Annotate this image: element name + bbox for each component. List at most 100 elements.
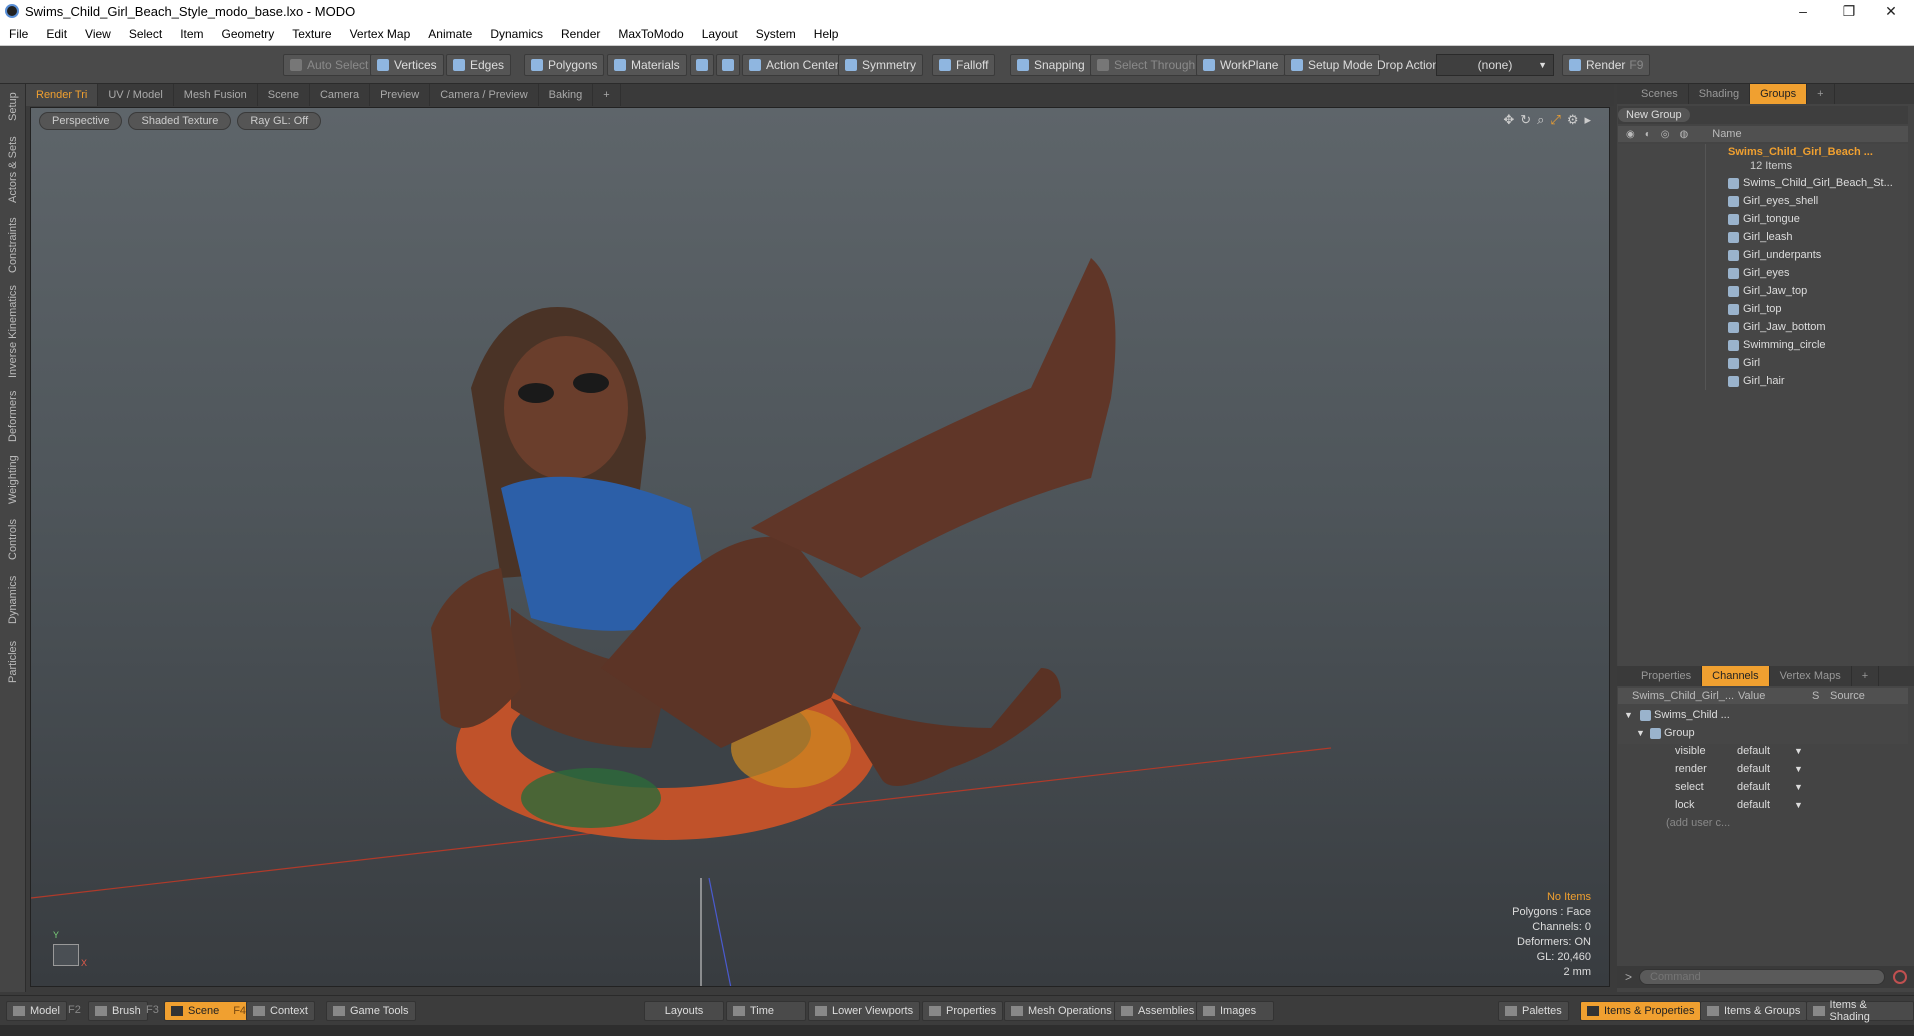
setup-mode-button[interactable]: Setup Mode bbox=[1284, 54, 1380, 76]
restore-button[interactable]: ❐ bbox=[1826, 0, 1872, 22]
tab-scene[interactable]: Scene bbox=[258, 84, 310, 106]
vtab-constraints[interactable]: Constraints bbox=[4, 214, 22, 276]
list-item[interactable]: Girl_hair bbox=[1618, 372, 1908, 390]
model-layout-button[interactable]: Model bbox=[6, 1001, 67, 1021]
tab-preview[interactable]: Preview bbox=[370, 84, 431, 106]
add-tab-button[interactable]: + bbox=[1807, 84, 1835, 104]
list-item[interactable]: Girl bbox=[1618, 354, 1908, 372]
vtab-weighting[interactable]: Weighting bbox=[4, 452, 22, 508]
channel-row[interactable]: render default ▼ bbox=[1618, 760, 1908, 778]
vertices-button[interactable]: Vertices bbox=[370, 54, 444, 76]
list-item[interactable]: Girl_eyes_shell bbox=[1618, 192, 1908, 210]
menu-edit[interactable]: Edit bbox=[37, 27, 76, 41]
channel-value-select[interactable]: default bbox=[1737, 745, 1770, 757]
menu-render[interactable]: Render bbox=[552, 27, 609, 41]
vtab-deformers[interactable]: Deformers bbox=[4, 388, 22, 444]
polygons-button[interactable]: Polygons bbox=[524, 54, 605, 76]
channel-value-select[interactable]: default bbox=[1737, 763, 1770, 775]
tab-baking[interactable]: Baking bbox=[539, 84, 594, 106]
images-button[interactable]: Images bbox=[1196, 1001, 1274, 1021]
list-item[interactable]: Girl_eyes bbox=[1618, 264, 1908, 282]
context-layout-button[interactable]: Context bbox=[246, 1001, 315, 1021]
menu-texture[interactable]: Texture bbox=[283, 27, 340, 41]
tab-scenes[interactable]: Scenes bbox=[1631, 84, 1689, 104]
raygl-button[interactable]: Ray GL: Off bbox=[237, 112, 322, 130]
list-item[interactable]: Girl_top bbox=[1618, 300, 1908, 318]
tab-mesh-fusion[interactable]: Mesh Fusion bbox=[174, 84, 258, 106]
close-button[interactable]: ✕ bbox=[1868, 0, 1914, 22]
add-tab-button[interactable]: + bbox=[593, 84, 621, 106]
chevron-down-icon[interactable]: ▼ bbox=[1794, 782, 1803, 792]
tab-uv-model[interactable]: UV / Model bbox=[98, 84, 174, 106]
channel-group-row[interactable]: ▼ Group bbox=[1618, 724, 1908, 742]
snapping-button[interactable]: Snapping bbox=[1010, 54, 1092, 76]
new-group-button[interactable]: New Group bbox=[1618, 108, 1690, 122]
vtab-controls[interactable]: Controls bbox=[4, 516, 22, 564]
3d-viewport[interactable]: Perspective Shaded Texture Ray GL: Off ✥… bbox=[30, 107, 1610, 987]
tab-properties[interactable]: Properties bbox=[1631, 666, 1703, 686]
items-properties-button[interactable]: Items & Properties bbox=[1580, 1001, 1702, 1021]
edges-button[interactable]: Edges bbox=[446, 54, 512, 76]
tab-vertex-maps[interactable]: Vertex Maps bbox=[1770, 666, 1852, 686]
chevron-down-icon[interactable]: ▼ bbox=[1794, 800, 1803, 810]
list-item[interactable]: Girl_tongue bbox=[1618, 210, 1908, 228]
items-groups-button[interactable]: Items & Groups bbox=[1700, 1001, 1808, 1021]
symmetry-button[interactable]: Symmetry bbox=[838, 54, 923, 76]
channel-row[interactable]: visible default ▼ bbox=[1618, 742, 1908, 760]
menu-dynamics[interactable]: Dynamics bbox=[481, 27, 552, 41]
palettes-button[interactable]: Palettes bbox=[1498, 1001, 1569, 1021]
lower-viewports-button[interactable]: Lower Viewports bbox=[808, 1001, 921, 1021]
falloff-button[interactable]: Falloff bbox=[932, 54, 996, 76]
record-icon[interactable] bbox=[1893, 970, 1907, 984]
tab-groups[interactable]: Groups bbox=[1750, 84, 1808, 104]
zoom-icon[interactable]: ⌕ bbox=[1537, 112, 1544, 128]
list-item[interactable]: Girl_Jaw_top bbox=[1618, 282, 1908, 300]
view-mode-button[interactable]: Perspective bbox=[39, 112, 123, 130]
tab-camera[interactable]: Camera bbox=[310, 84, 371, 106]
menu-vertex-map[interactable]: Vertex Map bbox=[341, 27, 420, 41]
menu-animate[interactable]: Animate bbox=[419, 27, 481, 41]
add-user-channel-row[interactable]: (add user c... bbox=[1618, 814, 1908, 832]
items-shading-button[interactable]: Items & Shading bbox=[1806, 999, 1914, 1023]
vtab-setup[interactable]: Setup bbox=[4, 88, 22, 126]
list-item[interactable]: Girl_leash bbox=[1618, 228, 1908, 246]
group-row[interactable]: Swims_Child_Girl_Beach ... 12 Items bbox=[1618, 144, 1908, 174]
element-select-button[interactable] bbox=[690, 54, 714, 76]
action-center-button[interactable]: Action Center bbox=[742, 54, 846, 76]
list-item[interactable]: Girl_Jaw_bottom bbox=[1618, 318, 1908, 336]
workplane-button[interactable]: WorkPlane bbox=[1196, 54, 1286, 76]
select-through-button[interactable]: Select Through bbox=[1090, 54, 1203, 76]
menu-item[interactable]: Item bbox=[171, 27, 212, 41]
chevron-down-icon[interactable]: ▼ bbox=[1794, 746, 1803, 756]
menu-system[interactable]: System bbox=[747, 27, 805, 41]
properties-button[interactable]: Properties bbox=[922, 1001, 1004, 1021]
add-tab-button[interactable]: + bbox=[1852, 666, 1880, 686]
command-input[interactable] bbox=[1639, 969, 1885, 985]
auto-select-button[interactable]: Auto Select bbox=[283, 54, 376, 76]
tab-render-tri[interactable]: Render Tri bbox=[26, 84, 99, 106]
menu-file[interactable]: File bbox=[0, 27, 37, 41]
tab-shading[interactable]: Shading bbox=[1689, 84, 1751, 104]
element-mode-button[interactable] bbox=[716, 54, 740, 76]
list-item[interactable]: Girl_underpants bbox=[1618, 246, 1908, 264]
tab-camera-preview[interactable]: Camera / Preview bbox=[430, 84, 539, 106]
vtab-particles[interactable]: Particles bbox=[4, 636, 22, 688]
materials-button[interactable]: Materials bbox=[607, 54, 687, 76]
menu-select[interactable]: Select bbox=[120, 27, 171, 41]
render-button[interactable]: Render F9 bbox=[1562, 54, 1651, 76]
channel-value-select[interactable]: default bbox=[1737, 781, 1770, 793]
menu-layout[interactable]: Layout bbox=[693, 27, 747, 41]
vtab-dynamics[interactable]: Dynamics bbox=[4, 572, 22, 628]
game-tools-button[interactable]: Game Tools bbox=[326, 1001, 416, 1021]
list-item[interactable]: Swims_Child_Girl_Beach_St... bbox=[1618, 174, 1908, 192]
scene-layout-button[interactable]: Scene F4 bbox=[164, 1001, 254, 1021]
vtab-inverse-kinematics[interactable]: Inverse Kinematics bbox=[4, 284, 22, 380]
channel-root-row[interactable]: ▼ Swims_Child ... bbox=[1618, 706, 1908, 724]
menu-geometry[interactable]: Geometry bbox=[213, 27, 284, 41]
fit-icon[interactable]: ⤢ bbox=[1550, 112, 1560, 128]
pan-icon[interactable]: ✥ bbox=[1503, 112, 1514, 128]
channel-value-select[interactable]: default bbox=[1737, 799, 1770, 811]
menu-help[interactable]: Help bbox=[805, 27, 848, 41]
brush-layout-button[interactable]: Brush bbox=[88, 1001, 148, 1021]
minimize-button[interactable]: – bbox=[1780, 0, 1826, 22]
